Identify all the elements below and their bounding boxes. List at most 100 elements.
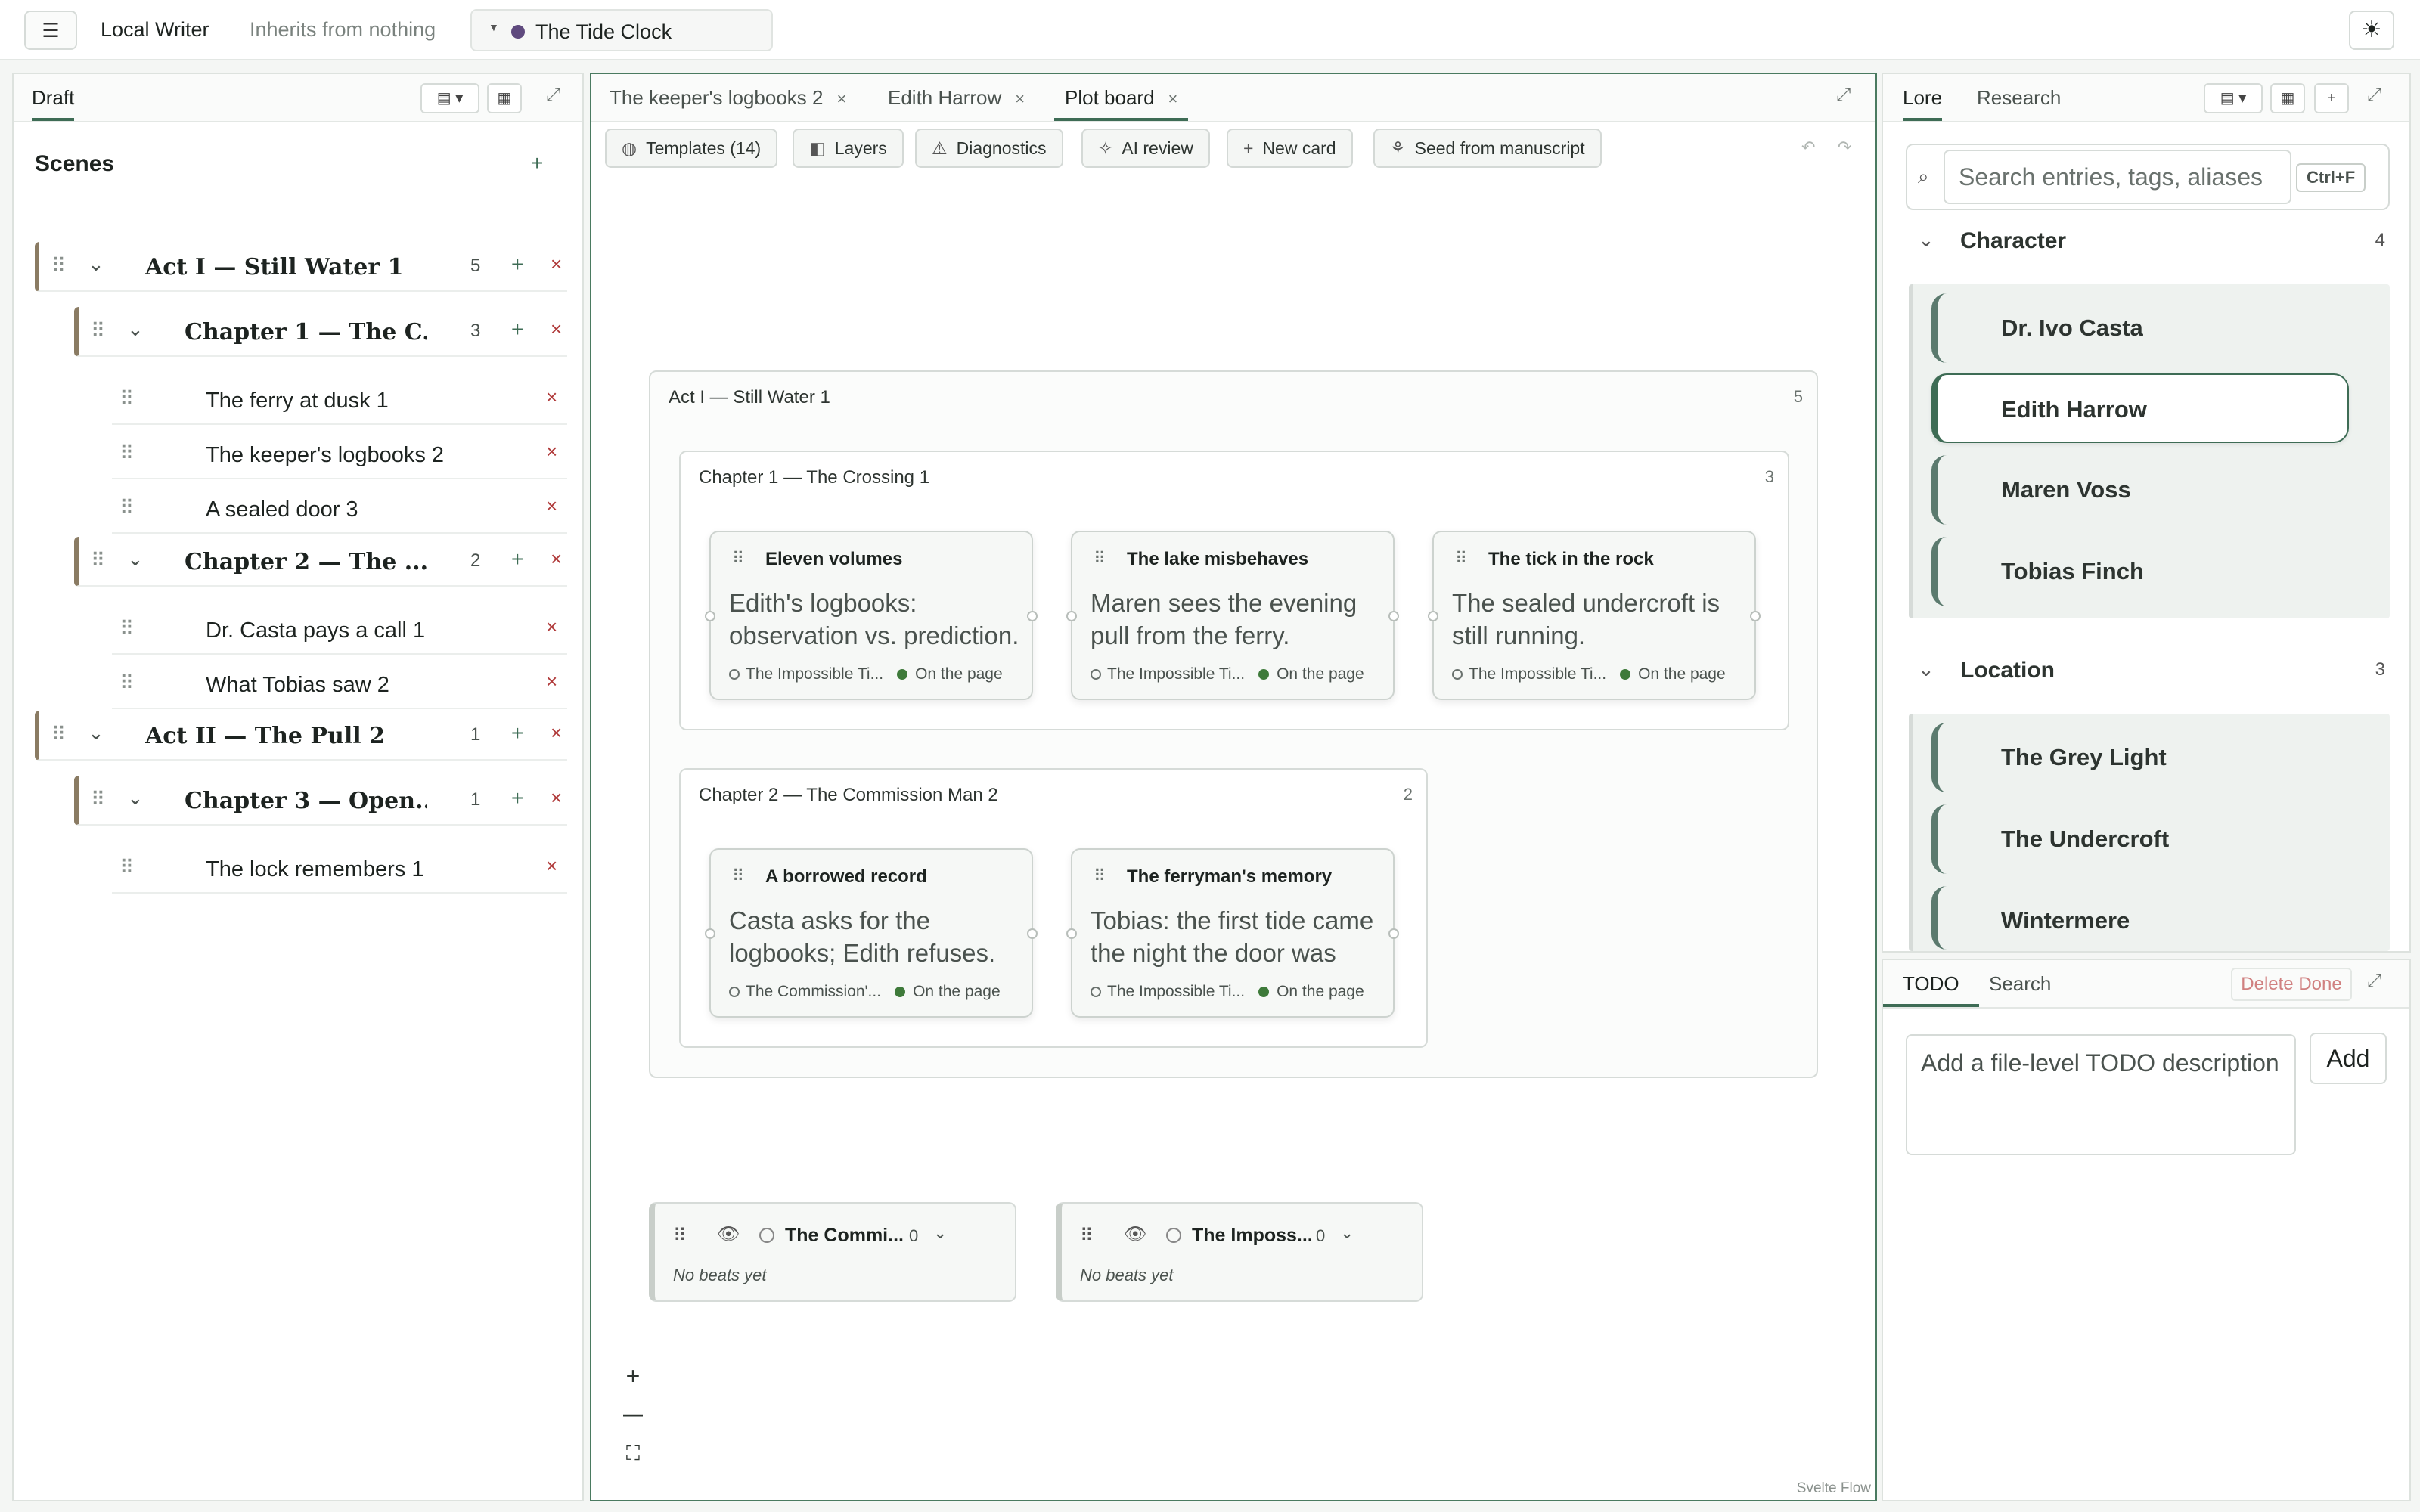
drag-handle-icon[interactable]: ⠿	[119, 496, 134, 519]
lore-item-selected[interactable]: Edith Harrow	[1931, 373, 2349, 443]
delete-button[interactable]: ×	[551, 786, 562, 810]
layers-button[interactable]: ◧ Layers	[793, 129, 904, 168]
tree-scene-row[interactable]: ⠿ What Tobias saw 2 ×	[112, 659, 567, 709]
hamburger-menu-button[interactable]: ☰	[24, 11, 77, 50]
add-scene-button[interactable]: +	[531, 151, 543, 175]
todo-description-input[interactable]	[1906, 1034, 2296, 1155]
delete-button[interactable]: ×	[546, 494, 557, 518]
section-character-header[interactable]: ⌄ Character 4	[1906, 218, 2390, 263]
drag-handle-icon[interactable]: ⠿	[673, 1225, 687, 1247]
chevron-down-icon[interactable]: ⌄	[1918, 658, 1934, 681]
delete-button[interactable]: ×	[551, 547, 562, 571]
tab-logbooks[interactable]: The keeper's logbooks 2 ×	[610, 74, 846, 121]
chevron-down-icon[interactable]: ⌄	[127, 547, 144, 571]
inherits-label[interactable]: Inherits from nothing	[250, 18, 436, 42]
chevron-down-icon[interactable]: ⌄	[88, 253, 104, 276]
lore-item[interactable]: The Grey Light	[1931, 723, 2349, 792]
connection-handle[interactable]	[705, 928, 715, 939]
new-card-button[interactable]: + New card	[1227, 129, 1353, 168]
drag-handle-icon[interactable]: ⠿	[1094, 866, 1106, 886]
diagnostics-button[interactable]: ⚠ Diagnostics	[915, 129, 1063, 168]
tree-act-row[interactable]: ⠿ ⌄ Act II — The Pull 2 1 + ×	[35, 711, 567, 761]
drag-handle-icon[interactable]: ⠿	[51, 723, 66, 746]
tab-plot-board[interactable]: Plot board ×	[1054, 74, 1189, 121]
connection-handle[interactable]	[1428, 611, 1438, 621]
connection-handle[interactable]	[1027, 928, 1038, 939]
connection-handle[interactable]	[1066, 928, 1077, 939]
drag-handle-icon[interactable]: ⠿	[119, 617, 134, 640]
delete-button[interactable]: ×	[546, 670, 557, 693]
tab-search[interactable]: Search	[1989, 960, 2051, 1007]
drag-handle-icon[interactable]: ⠿	[1080, 1225, 1094, 1247]
add-child-button[interactable]: +	[511, 253, 523, 277]
expand-icon[interactable]: ⤢	[2367, 971, 2381, 992]
delete-button[interactable]: ×	[551, 721, 562, 745]
fit-view-button[interactable]: ⛶	[616, 1436, 650, 1471]
drag-handle-icon[interactable]: ⠿	[51, 254, 66, 277]
add-child-button[interactable]: +	[511, 318, 523, 342]
layout-menu-button[interactable]: ▤ ▾	[2204, 83, 2263, 113]
chapter-group-node[interactable]: Chapter 1 — The Crossing 1 3 ⠿ Eleven vo…	[679, 451, 1789, 730]
tab-research[interactable]: Research	[1977, 74, 2061, 121]
tree-scene-row[interactable]: ⠿ The keeper's logbooks 2 ×	[112, 429, 567, 479]
drag-handle-icon[interactable]: ⠿	[1455, 549, 1467, 569]
section-location-header[interactable]: ⌄ Location 3	[1906, 647, 2390, 692]
chevron-down-icon[interactable]: ⌄	[127, 786, 144, 810]
plot-card[interactable]: ⠿ A borrowed record Casta asks for the l…	[705, 848, 1038, 1018]
lore-item[interactable]: Dr. Ivo Casta	[1931, 293, 2349, 363]
tree-chapter-row[interactable]: ⠿ ⌄ Chapter 3 — Open... 1 + ×	[74, 776, 567, 826]
lore-item[interactable]: The Undercroft	[1931, 804, 2349, 874]
drag-handle-icon[interactable]: ⠿	[91, 319, 105, 342]
drag-handle-icon[interactable]: ⠿	[119, 387, 134, 411]
chevron-down-icon[interactable]: ⌄	[127, 318, 144, 341]
tab-edith-harrow[interactable]: Edith Harrow ×	[888, 74, 1025, 121]
lore-item[interactable]: Wintermere	[1931, 886, 2349, 950]
add-lore-button[interactable]: +	[2314, 83, 2349, 113]
connection-handle[interactable]	[1027, 611, 1038, 621]
drag-handle-icon[interactable]: ⠿	[91, 788, 105, 811]
chapter-group-node[interactable]: Chapter 2 — The Commission Man 2 2 ⠿ A b…	[679, 768, 1428, 1048]
drag-handle-icon[interactable]: ⠿	[119, 671, 134, 695]
expand-icon[interactable]: ⤢	[546, 85, 560, 106]
zoom-in-button[interactable]: +	[616, 1359, 650, 1394]
close-icon[interactable]: ×	[1015, 89, 1025, 108]
plot-card[interactable]: ⠿ The lake misbehaves Maren sees the eve…	[1066, 531, 1399, 700]
tab-draft[interactable]: Draft	[32, 74, 75, 121]
drag-handle-icon[interactable]: ⠿	[1094, 549, 1106, 569]
chevron-down-icon[interactable]: ⌄	[933, 1223, 947, 1243]
redo-icon[interactable]: ↷	[1838, 138, 1851, 157]
svelte-flow-credit[interactable]: Svelte Flow	[1797, 1480, 1871, 1497]
connection-handle[interactable]	[1750, 611, 1761, 621]
drag-handle-icon[interactable]: ⠿	[732, 866, 744, 886]
layout-menu-button[interactable]: ▤ ▾	[420, 83, 479, 113]
lore-item[interactable]: Maren Voss	[1931, 455, 2349, 525]
delete-button[interactable]: ×	[551, 318, 562, 341]
tree-scene-row[interactable]: ⠿ The lock remembers 1 ×	[112, 844, 567, 894]
drag-handle-icon[interactable]: ⠿	[119, 856, 134, 879]
tree-chapter-row[interactable]: ⠿ ⌄ Chapter 1 — The C... 3 + ×	[74, 307, 567, 357]
lore-item[interactable]: Tobias Finch	[1931, 537, 2349, 606]
connection-handle[interactable]	[1066, 611, 1077, 621]
connection-handle[interactable]	[705, 611, 715, 621]
templates-button[interactable]: ◍ Templates (14)	[605, 129, 778, 168]
add-todo-button[interactable]: Add	[2310, 1033, 2387, 1084]
delete-button[interactable]: ×	[546, 854, 557, 878]
eye-icon[interactable]: 👁	[717, 1223, 740, 1245]
delete-done-button[interactable]: Delete Done	[2231, 968, 2352, 1001]
project-selector[interactable]: ▼ The Tide Clock	[470, 9, 773, 51]
zoom-out-button[interactable]: —	[616, 1397, 650, 1432]
drag-handle-icon[interactable]: ⠿	[732, 549, 744, 569]
expand-icon[interactable]: ⤢	[1836, 85, 1851, 106]
delete-button[interactable]: ×	[546, 615, 557, 639]
close-icon[interactable]: ×	[836, 89, 846, 108]
undo-icon[interactable]: ↶	[1801, 138, 1815, 157]
delete-button[interactable]: ×	[546, 440, 557, 463]
tab-lore[interactable]: Lore	[1903, 74, 1943, 121]
chevron-down-icon[interactable]: ⌄	[1918, 228, 1934, 252]
ai-review-button[interactable]: ✧ AI review	[1081, 129, 1210, 168]
plot-card[interactable]: ⠿ Eleven volumes Edith's logbooks: obser…	[705, 531, 1038, 700]
chevron-down-icon[interactable]: ⌄	[88, 721, 104, 745]
connection-handle[interactable]	[1388, 928, 1399, 939]
delete-button[interactable]: ×	[551, 253, 562, 276]
tree-scene-row[interactable]: ⠿ The ferry at dusk 1 ×	[112, 375, 567, 425]
